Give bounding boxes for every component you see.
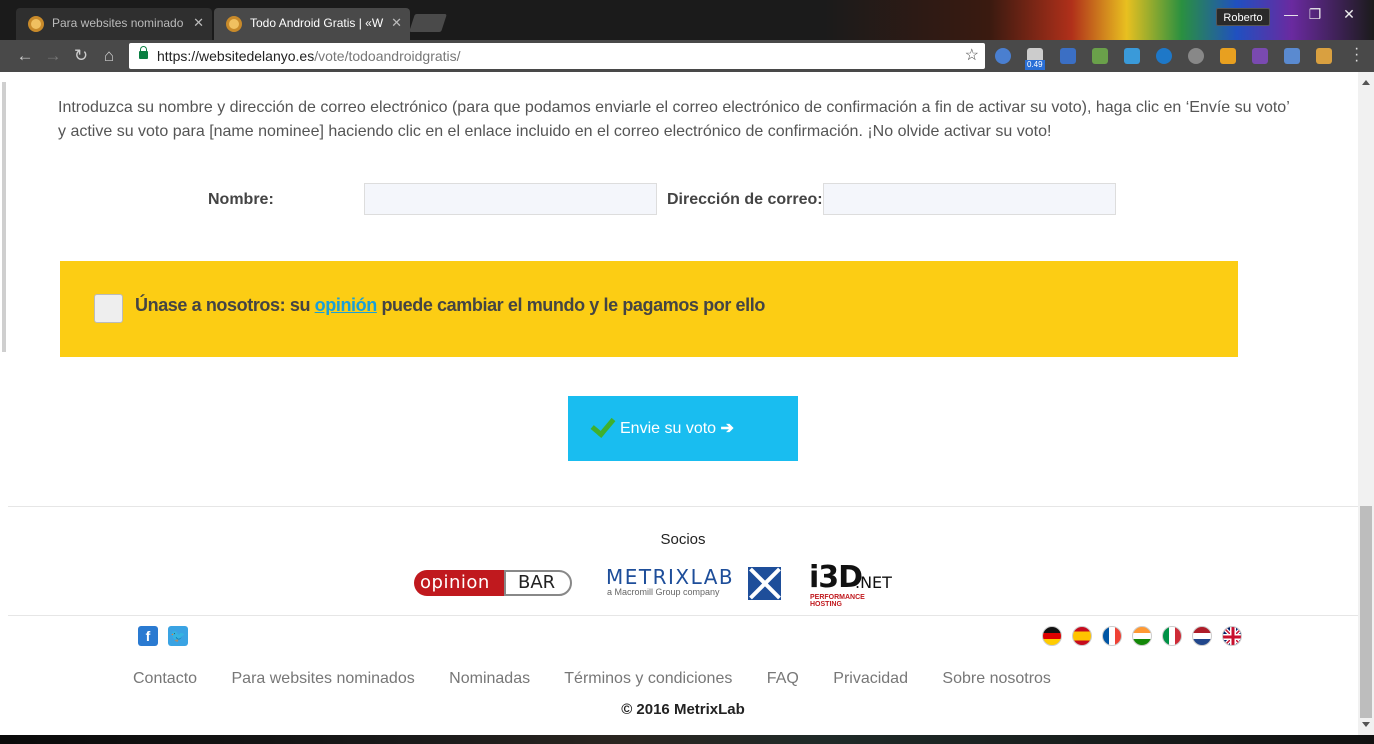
extension-icon[interactable] [1284, 48, 1300, 64]
facebook-icon[interactable]: f [138, 626, 158, 646]
home-icon[interactable]: ⌂ [98, 45, 120, 67]
divider [8, 615, 1358, 616]
i3d-logo-suffix: .NET [855, 573, 892, 592]
page-scrollbar[interactable] [1358, 72, 1374, 735]
extension-icon[interactable] [1060, 48, 1076, 64]
browser-toolbar: ← → ↻ ⌂ https://websitedelanyo.es/vote/t… [0, 40, 1374, 72]
opinionbar-logo-right: BAR [504, 570, 572, 596]
footer-link-about[interactable]: Sobre nosotros [942, 670, 1051, 687]
bookmark-star-icon[interactable]: ☆ [965, 43, 979, 69]
flag-nl-icon[interactable] [1192, 626, 1212, 646]
submit-vote-label: Envie su voto [620, 420, 717, 437]
url-path: /vote/todoandroidgratis/ [314, 48, 461, 64]
opinionbar-logo[interactable]: opinion BAR [414, 568, 574, 600]
extension-icon[interactable] [1156, 48, 1172, 64]
browser-menu-icon[interactable]: · · · [1354, 41, 1359, 69]
opinion-link[interactable]: opinión [315, 295, 378, 315]
tab-todo-android-gratis[interactable]: Todo Android Gratis | «W ✕ [214, 8, 410, 40]
footer-link-terms[interactable]: Términos y condiciones [564, 670, 732, 687]
os-taskbar [0, 735, 1374, 744]
flag-it-icon[interactable] [1162, 626, 1182, 646]
left-scroll-indicator [2, 82, 6, 352]
opinion-panel-promo: Únase a nosotros: su opinión puede cambi… [60, 261, 1238, 357]
checkmark-icon [590, 412, 616, 438]
lock-icon [139, 46, 148, 59]
arrow-right-icon: ➔ [720, 420, 734, 437]
restore-icon[interactable]: ❐ [1302, 6, 1328, 23]
profile-button[interactable]: Roberto [1216, 8, 1270, 26]
extension-icon[interactable] [1220, 48, 1236, 64]
metrixlab-logo-subtitle: a Macromill Group company [607, 587, 720, 597]
vote-instructions: Introduzca su nombre y dirección de corr… [58, 99, 1290, 140]
email-input[interactable] [823, 183, 1116, 215]
name-input[interactable] [364, 183, 657, 215]
laurel-favicon-icon [28, 16, 44, 32]
extension-icon[interactable] [1316, 48, 1332, 64]
browser-tab-strip: Para websites nominado ✕ Todo Android Gr… [0, 0, 1374, 40]
partners-title: Socios [660, 531, 706, 548]
metrixlab-mark-icon [748, 567, 781, 600]
flag-de-icon[interactable] [1042, 626, 1062, 646]
extension-icon[interactable] [1252, 48, 1268, 64]
laurel-favicon-icon [226, 16, 242, 32]
address-bar[interactable]: https://websitedelanyo.es/vote/todoandro… [129, 43, 985, 69]
submit-vote-button[interactable]: Envie su voto ➔ [568, 396, 798, 461]
name-label: Nombre: [208, 191, 274, 208]
flag-es-icon[interactable] [1072, 626, 1092, 646]
scrollbar-thumb[interactable] [1360, 506, 1372, 718]
extension-icon[interactable] [1124, 48, 1140, 64]
opinionbar-logo-left: opinion [414, 570, 510, 596]
scroll-up-icon[interactable] [1362, 80, 1370, 85]
footer-link-nominated-websites[interactable]: Para websites nominados [232, 670, 415, 687]
extension-badge: 0.49 [1025, 60, 1045, 70]
footer-link-contacto[interactable]: Contacto [133, 670, 197, 687]
i3d-logo[interactable]: i3D .NET PERFORMANCE HOSTING [809, 560, 892, 608]
union-jack-icon [1223, 627, 1241, 645]
metrixlab-logo[interactable]: METRIXLAB a Macromill Group company [606, 565, 786, 601]
tab-title: Todo Android Gratis | «W [250, 16, 384, 30]
back-icon[interactable]: ← [14, 45, 36, 67]
new-tab-button[interactable] [409, 14, 447, 32]
metrixlab-logo-name: METRIXLAB [606, 565, 735, 589]
join-panel-checkbox[interactable] [94, 294, 123, 323]
page-viewport: Introduzca su nombre y dirección de corr… [8, 72, 1358, 735]
flag-in-icon[interactable] [1132, 626, 1152, 646]
forward-icon[interactable]: → [42, 45, 64, 67]
close-tab-icon[interactable]: ✕ [193, 8, 204, 38]
flag-fr-icon[interactable] [1102, 626, 1122, 646]
email-label: Dirección de correo: [667, 191, 823, 208]
footer-link-privacy[interactable]: Privacidad [833, 670, 908, 687]
footer-link-nominadas[interactable]: Nominadas [449, 670, 530, 687]
left-edge [0, 72, 8, 735]
footer-link-faq[interactable]: FAQ [767, 670, 799, 687]
promo-text: Únase a nosotros: su opinión puede cambi… [135, 295, 765, 316]
minimize-icon[interactable]: — [1278, 6, 1304, 22]
flag-gb-icon[interactable] [1222, 626, 1242, 646]
tab-title: Para websites nominado [52, 16, 184, 30]
url-host: https://websitedelanyo.es [157, 48, 315, 64]
footer-nav: Contacto Para websites nominados Nominad… [133, 670, 1081, 688]
divider [8, 506, 1358, 507]
promo-text-after: puede cambiar el mundo y le pagamos por … [376, 295, 765, 315]
promo-text-before: Únase a nosotros: su [135, 295, 315, 315]
twitter-icon[interactable]: 🐦 [168, 626, 188, 646]
i3d-logo-subtitle: PERFORMANCE HOSTING [810, 594, 865, 608]
extension-icon[interactable] [1188, 48, 1204, 64]
copyright: © 2016 MetrixLab [621, 701, 745, 718]
close-tab-icon[interactable]: ✕ [391, 8, 402, 38]
close-window-icon[interactable]: ✕ [1336, 6, 1362, 23]
tab-nominated-websites[interactable]: Para websites nominado ✕ [16, 8, 212, 40]
scroll-down-icon[interactable] [1362, 722, 1370, 727]
extension-icon[interactable] [995, 48, 1011, 64]
reload-icon[interactable]: ↻ [70, 45, 92, 67]
extension-icon[interactable] [1092, 48, 1108, 64]
